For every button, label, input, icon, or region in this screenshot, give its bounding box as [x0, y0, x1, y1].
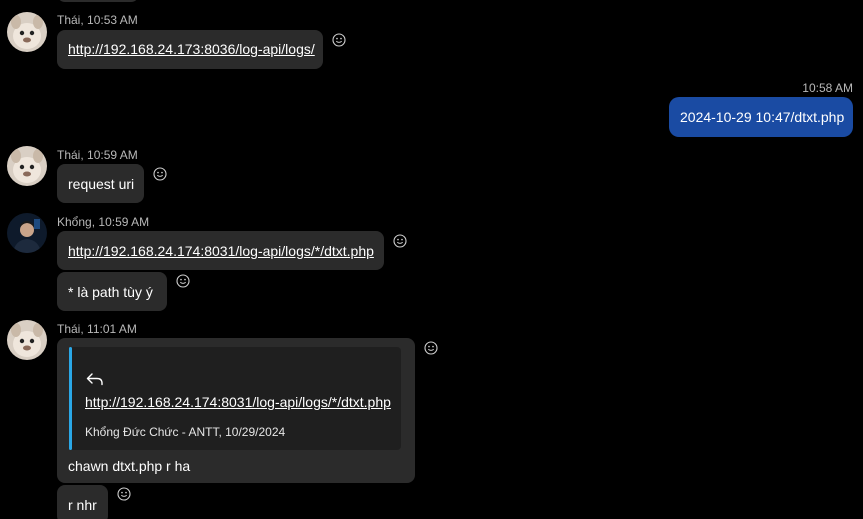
- sender-name: Thái,: [57, 13, 84, 27]
- quoted-message[interactable]: http://192.168.24.174:8031/log-api/logs/…: [69, 347, 401, 450]
- outgoing-text: 2024-10-29 10:47/dtxt.php: [680, 109, 845, 125]
- message-time: 11:01 AM: [87, 322, 137, 336]
- sender-name: Khổng,: [57, 215, 96, 229]
- outgoing-bubble: 2024-10-29 10:47/dtxt.php: [669, 97, 853, 137]
- message-bubble: r nhr: [57, 485, 108, 519]
- message-link[interactable]: http://192.168.24.174:8031/log-api/logs/…: [68, 243, 374, 259]
- message-time-outgoing: 10:58 AM: [802, 81, 853, 95]
- message-bubble: http://192.168.24.174:8031/log-api/logs/…: [57, 231, 384, 270]
- message-meta: Thái, 10:59 AM: [57, 148, 138, 162]
- avatar-thai[interactable]: [7, 12, 47, 52]
- message-time: 10:53 AM: [87, 13, 138, 27]
- smiley-icon[interactable]: [332, 33, 346, 47]
- message-meta: Khổng, 10:59 AM: [57, 215, 149, 229]
- quoted-link[interactable]: http://192.168.24.174:8031/log-api/logs/…: [85, 394, 391, 410]
- avatar-khong[interactable]: [7, 213, 47, 253]
- reply-arrow-icon: [86, 372, 104, 389]
- message-bubble: http://192.168.24.173:8036/log-api/logs/: [57, 30, 323, 69]
- smiley-icon[interactable]: [153, 167, 167, 181]
- smiley-icon[interactable]: [393, 234, 407, 248]
- chat-thread: Thái, 10:53 AM http://192.168.24.173:803…: [0, 0, 863, 519]
- message-meta: Thái, 11:01 AM: [57, 322, 137, 336]
- message-time: 10:59 AM: [98, 215, 150, 229]
- cut-off-bubble: [57, 0, 139, 2]
- smiley-icon[interactable]: [176, 274, 190, 288]
- sender-name: Thái,: [57, 322, 84, 336]
- message-bubble: * là path tùy ý: [57, 272, 167, 311]
- quote-bar: [69, 347, 72, 450]
- message-text: chawn dtxt.php r ha: [68, 458, 191, 474]
- message-link[interactable]: http://192.168.24.173:8036/log-api/logs/: [68, 41, 315, 57]
- message-bubble-with-quote: http://192.168.24.174:8031/log-api/logs/…: [57, 338, 415, 483]
- message-text: request uri: [68, 176, 135, 192]
- message-meta: Thái, 10:53 AM: [57, 13, 138, 27]
- avatar-thai[interactable]: [7, 320, 47, 360]
- smiley-icon[interactable]: [424, 341, 438, 355]
- message-text: r nhr: [68, 497, 97, 513]
- message-time: 10:59 AM: [87, 148, 138, 162]
- quote-attribution: Khổng Đức Chức - ANTT, 10/29/2024: [85, 425, 286, 439]
- sender-name: Thái,: [57, 148, 84, 162]
- avatar-thai[interactable]: [7, 146, 47, 186]
- smiley-icon[interactable]: [117, 487, 131, 501]
- message-text: * là path tùy ý: [68, 284, 153, 300]
- message-bubble: request uri: [57, 164, 144, 203]
